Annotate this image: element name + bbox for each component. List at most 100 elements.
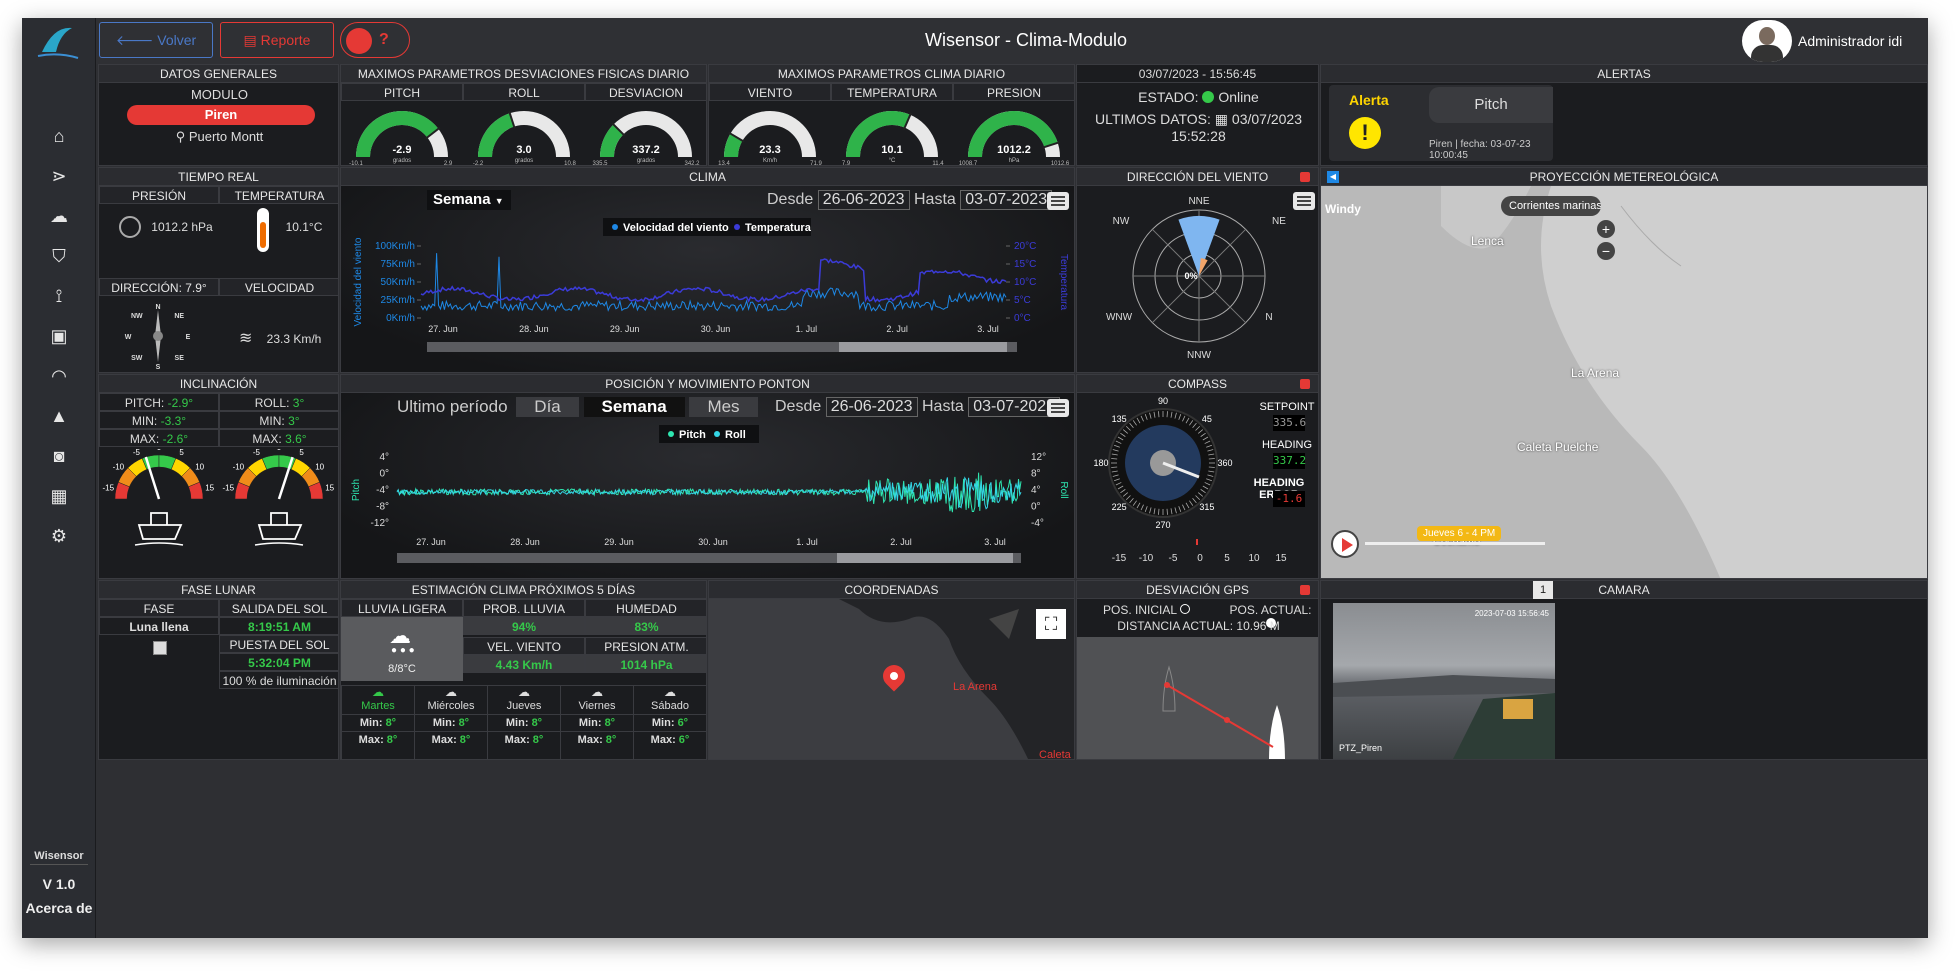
robot-icon[interactable]: ◙ [22, 436, 96, 476]
gauge-min: 335.5 [592, 161, 608, 166]
pos-actual-label: POS. ACTUAL: [1229, 603, 1312, 617]
desde-input[interactable]: 26-06-2023 [817, 190, 910, 210]
puesta-value: 5:32:04 PM [219, 653, 338, 671]
compass-label: SE [175, 355, 185, 362]
setpoint-label: SETPOINT [1259, 401, 1315, 413]
gauge-min: -10.1 [349, 161, 363, 166]
y-tick-label: 75Km/h [381, 259, 415, 270]
incl-tick-label: 15 [325, 483, 334, 492]
wind-icon: ≋ [239, 330, 253, 347]
dial-label: 45 [1202, 414, 1212, 424]
inclinacion-panel: INCLINACIÓN PITCH: -2.9° ROLL: 3° MIN: -… [98, 374, 339, 579]
user-menu[interactable]: Administrador idi [1738, 18, 1928, 64]
series-temp [420, 258, 1007, 303]
y-tick-label: 4° [379, 452, 389, 463]
calendar-icon[interactable] [1300, 172, 1310, 182]
alert-card[interactable]: Alerta ! Pitch Piren | fecha: 03-07-23 1… [1329, 85, 1553, 161]
calendar-icon[interactable] [1300, 379, 1310, 389]
settings-icon[interactable]: ⚙ [22, 516, 96, 556]
y-tick-label: -8° [376, 502, 389, 513]
layer-button[interactable]: Corrientes marinas [1501, 196, 1601, 216]
dial-tick [1158, 508, 1160, 515]
gauge: 337.2 grados 335.5 342.2 [592, 111, 700, 166]
chart-menu-icon[interactable] [1047, 399, 1069, 417]
tab-mes[interactable]: Mes [689, 397, 758, 417]
tab-semana[interactable]: Semana [583, 397, 685, 417]
max-label: Max: [504, 734, 530, 746]
collapse-icon[interactable]: ◀ [1327, 171, 1339, 183]
x-tick-label: 27. Jun [416, 537, 446, 547]
tab-dia[interactable]: Día [516, 397, 579, 417]
play-button[interactable] [1331, 530, 1359, 558]
compass-panel: COMPASS 90 45 360 315 270 225 180 135 -15 -10 -5 0 5… [1076, 374, 1319, 579]
warning-icon[interactable]: ▲ [22, 396, 96, 436]
hasta-input[interactable]: 03-07-2023 [960, 190, 1053, 210]
day-name: Martes [361, 700, 395, 712]
day-min: Min: 6° [634, 714, 706, 731]
x-tick-label: 30. Jun [701, 324, 731, 334]
day-max: Max: 8° [488, 731, 560, 748]
x-tick-label: 30. Jun [698, 537, 728, 547]
heading-label: HEADING [1261, 439, 1313, 451]
gauge-header: TEMPERATURA [831, 83, 953, 101]
windy-map[interactable]: Windy Corrientes marinas + − Lenca La Ar… [1321, 186, 1927, 578]
camera-feed[interactable]: PTZ_Piren 2023-07-03 15:56:45 [1333, 603, 1555, 759]
min-label: Min: [359, 717, 383, 729]
wifi-icon[interactable]: ◠ [22, 356, 96, 396]
range-select[interactable]: Semana ▼ [427, 190, 511, 210]
feeder-icon[interactable]: ▣ [22, 316, 96, 356]
timeline-slider[interactable] [1365, 542, 1545, 545]
brand-label: Wisensor [34, 850, 84, 862]
panel-title: POSICIÓN Y MOVIMIENTO PONTON [341, 375, 1074, 393]
gauge-unit: °C [889, 158, 896, 164]
circle-outline-icon [1179, 604, 1190, 614]
panel-title: MAXIMOS PARAMETROS CLIMA DIARIO [709, 65, 1074, 83]
calendar-icon[interactable] [1300, 585, 1310, 595]
camera-tab[interactable]: 1 [1533, 581, 1553, 599]
y-axis-label: Velocidad del viento [353, 237, 364, 326]
chart-menu-icon[interactable] [1047, 192, 1069, 210]
legend-pitch: Pitch [679, 429, 706, 441]
sos-toggle[interactable]: ? [340, 22, 410, 58]
grid-icon[interactable]: ▦ [22, 476, 96, 516]
y2-axis-label: Roll [1058, 481, 1069, 498]
date-range: Desde 26-06-2023 Hasta 03-07-2023 [775, 397, 1061, 417]
coord-map[interactable]: La Arena Caleta ⛶ [709, 599, 1074, 759]
gauge-max: 1012.6 [1051, 161, 1070, 166]
back-button[interactable]: 🡐 Volver [99, 22, 213, 58]
hum-value: 83% [585, 617, 706, 635]
min-label: Min: [578, 717, 602, 729]
gauge-max: 2.9 [444, 161, 453, 166]
periodo-label: Ultimo período [397, 397, 508, 416]
min-label: MIN: [131, 414, 158, 428]
desde-input[interactable]: 26-06-2023 [825, 397, 918, 417]
antenna-icon[interactable]: ⟟ [22, 276, 96, 316]
about-link[interactable]: Acerca de [22, 900, 96, 916]
gauge-min: 13.4 [718, 161, 730, 166]
error-scale-label: -15 [1112, 553, 1127, 564]
desviaciones-panel: MAXIMOS PARAMETROS DESVIACIONES FISICAS … [340, 64, 707, 166]
min-label: Min: [432, 717, 456, 729]
day-min: Min: 8° [561, 714, 633, 731]
fish-icon[interactable]: ⋗ [22, 156, 96, 196]
estado-value: Online [1218, 89, 1259, 105]
modulo-badge[interactable]: Piren [127, 105, 315, 125]
gauge-min: 1008.7 [959, 161, 978, 166]
day-name: Viernes [578, 700, 616, 712]
rose-label: NE [1272, 216, 1286, 227]
fullscreen-icon[interactable]: ⛶ [1036, 609, 1066, 639]
help-label[interactable]: ? [379, 23, 389, 57]
shield-icon[interactable]: ⛉ [22, 236, 96, 276]
zoom-in-icon[interactable]: + [1597, 220, 1615, 238]
report-button[interactable]: ▤ Reporte [220, 22, 334, 58]
gauge-value: 1012.2 [997, 144, 1031, 156]
zoom-out-icon[interactable]: − [1597, 242, 1615, 260]
home-icon[interactable]: ⌂ [22, 116, 96, 156]
day-name: Jueves [506, 700, 542, 712]
range-value: Semana [433, 191, 491, 208]
min-value: 8° [458, 717, 470, 729]
rose-label: WNW [1106, 312, 1133, 323]
pitch-max-row: MAX: -2.6° [99, 429, 219, 447]
weather-icon[interactable]: ☁ [22, 196, 96, 236]
pitch-min-row: MIN: -3.3° [99, 411, 219, 429]
